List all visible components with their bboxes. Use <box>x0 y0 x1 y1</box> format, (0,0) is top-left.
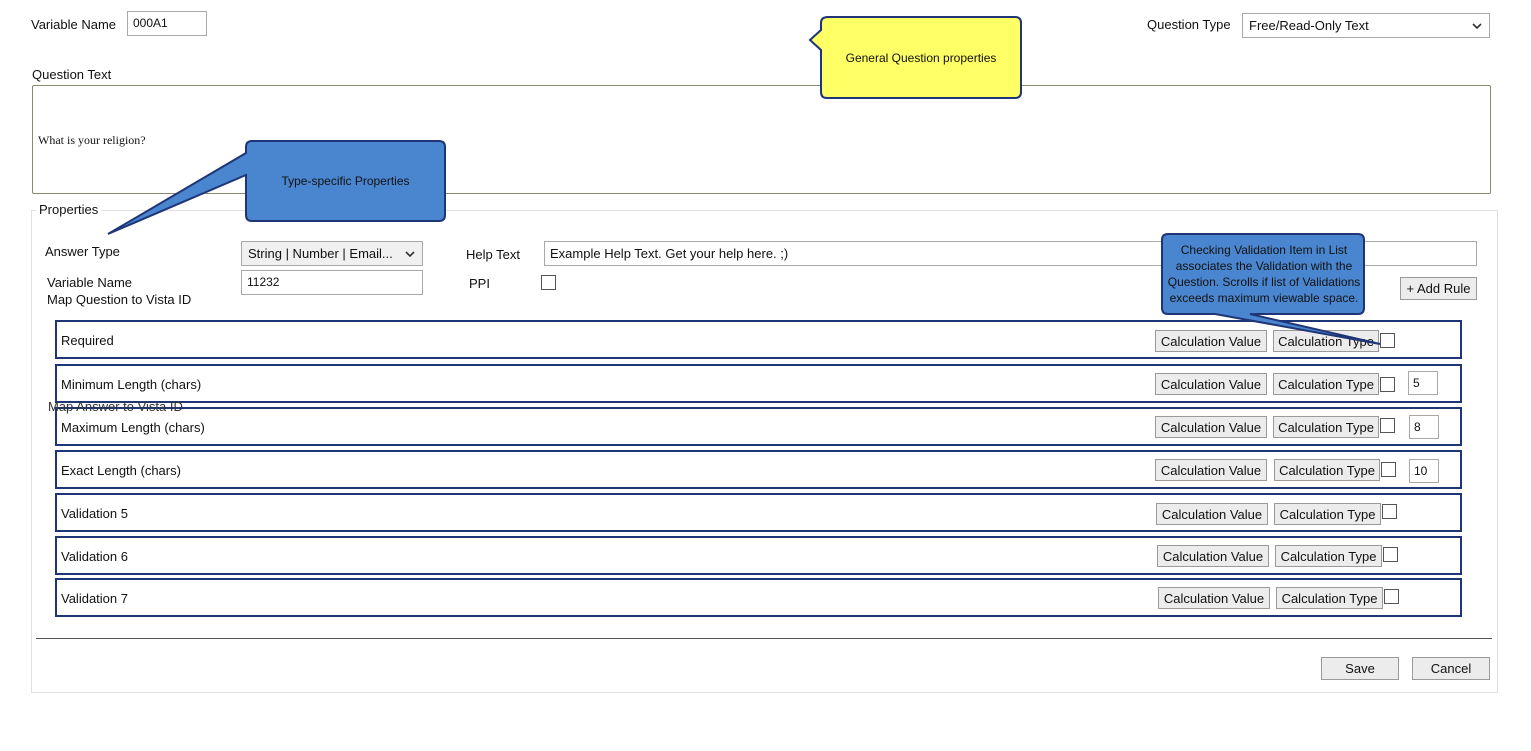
chevron-down-icon <box>405 250 415 257</box>
rule-label: Required <box>61 333 114 348</box>
variable-name-label: Variable Name <box>31 17 117 32</box>
question-text-content: What is your religion? <box>38 133 146 147</box>
rule-checkbox[interactable] <box>1384 589 1399 604</box>
calculation-value-button[interactable]: Calculation Value <box>1155 416 1267 438</box>
property-variable-name-label: Variable Name <box>47 275 133 290</box>
help-text-label: Help Text <box>466 247 520 262</box>
validation-callout-text: Checking Validation Item in List associa… <box>1167 243 1361 305</box>
calculation-type-button[interactable]: Calculation Type <box>1273 373 1379 395</box>
rule-value-input[interactable]: 10 <box>1409 459 1439 483</box>
rule-label: Exact Length (chars) <box>61 463 181 478</box>
calculation-value-button[interactable]: Calculation Value <box>1155 373 1267 395</box>
cancel-button[interactable]: Cancel <box>1412 657 1490 680</box>
save-button[interactable]: Save <box>1321 657 1399 680</box>
rule-value-input[interactable]: 5 <box>1408 371 1438 395</box>
chevron-down-icon <box>1472 22 1482 29</box>
rule-label: Validation 6 <box>61 549 128 564</box>
rule-label: Validation 7 <box>61 591 128 606</box>
question-text-label: Question Text <box>32 67 112 82</box>
rule-checkbox[interactable] <box>1380 377 1395 392</box>
add-rule-button[interactable]: + Add Rule <box>1400 277 1477 300</box>
calculation-value-button[interactable]: Calculation Value <box>1155 330 1267 352</box>
answer-type-value: String | Number | Email... <box>248 246 393 261</box>
rule-checkbox[interactable] <box>1382 504 1397 519</box>
calculation-type-button[interactable]: Calculation Type <box>1274 459 1380 481</box>
general-callout-text: General Question properties <box>845 50 997 65</box>
calculation-type-button[interactable]: Calculation Type <box>1274 503 1381 525</box>
rule-value-input[interactable]: 8 <box>1409 415 1439 439</box>
rule-label: Minimum Length (chars) <box>61 377 202 392</box>
calculation-type-button[interactable]: Calculation Type <box>1275 545 1382 567</box>
calculation-value-button[interactable]: Calculation Value <box>1155 459 1267 481</box>
ppi-checkbox[interactable] <box>541 275 556 290</box>
calculation-value-button[interactable]: Calculation Value <box>1158 587 1270 609</box>
variable-name-input[interactable]: 000A1 <box>127 11 207 36</box>
calculation-value-button[interactable]: Calculation Value <box>1156 503 1268 525</box>
rule-checkbox[interactable] <box>1380 333 1395 348</box>
footer-divider <box>36 638 1492 639</box>
rule-checkbox[interactable] <box>1380 418 1395 433</box>
rule-label: Validation 5 <box>61 506 128 521</box>
map-answer-label: Map Answer to Vista ID <box>48 399 183 414</box>
question-type-label: Question Type <box>1147 17 1231 32</box>
calculation-type-button[interactable]: Calculation Type <box>1276 587 1383 609</box>
question-type-value: Free/Read-Only Text <box>1249 18 1369 33</box>
ppi-label: PPI <box>469 276 490 291</box>
rule-checkbox[interactable] <box>1383 547 1398 562</box>
answer-type-label: Answer Type <box>45 244 120 259</box>
map-question-label: Map Question to Vista ID <box>47 292 192 307</box>
property-variable-name-input[interactable]: 11232 <box>241 270 423 295</box>
properties-legend: Properties <box>36 202 102 217</box>
calculation-type-button[interactable]: Calculation Type <box>1273 330 1379 352</box>
question-type-select[interactable]: Free/Read-Only Text <box>1242 13 1490 38</box>
rule-checkbox[interactable] <box>1381 462 1396 477</box>
calculation-type-button[interactable]: Calculation Type <box>1273 416 1379 438</box>
answer-type-select[interactable]: String | Number | Email... <box>241 241 423 266</box>
calculation-value-button[interactable]: Calculation Value <box>1157 545 1269 567</box>
type-specific-callout-text: Type-specific Properties <box>281 174 410 188</box>
rule-label: Maximum Length (chars) <box>61 420 205 435</box>
